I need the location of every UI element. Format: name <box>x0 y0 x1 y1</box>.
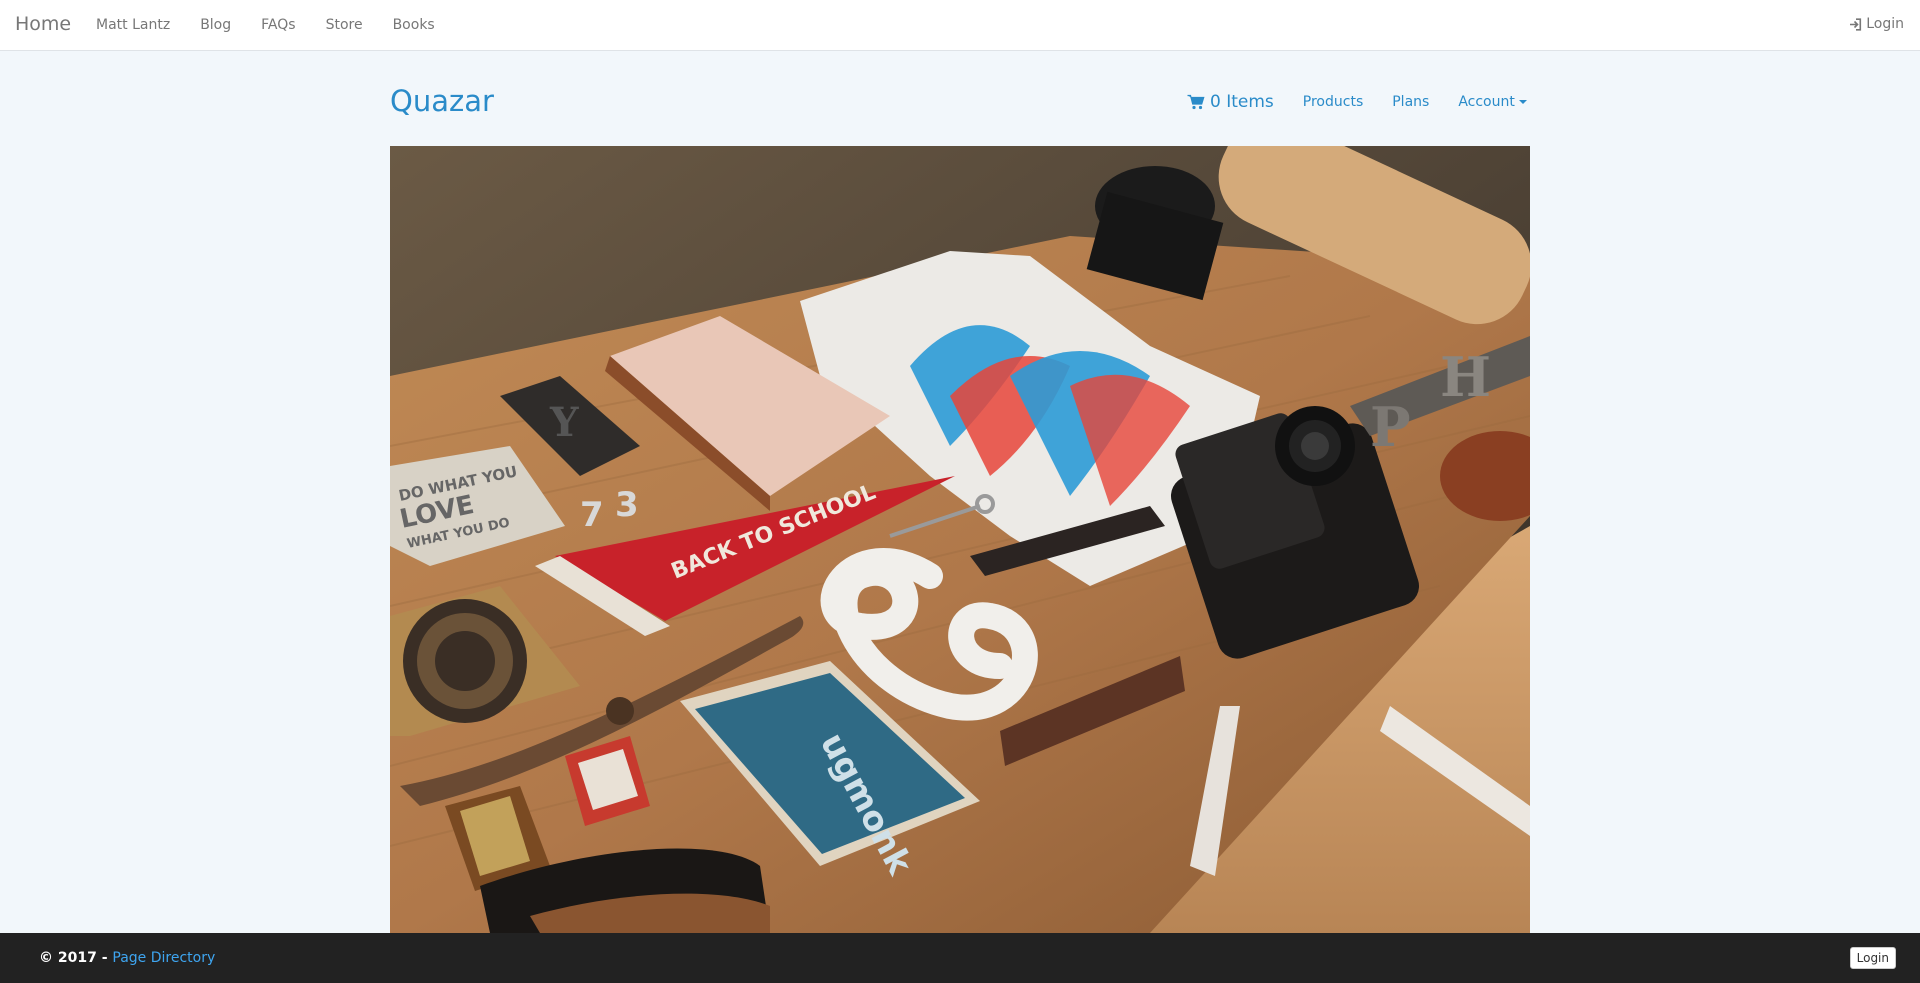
footer-copyright: © 2017 - Page Directory <box>39 950 215 966</box>
top-navbar: Home Matt Lantz Blog FAQs Store Books Lo… <box>0 0 1920 51</box>
cart-link[interactable]: 0 Items <box>1187 92 1274 112</box>
svg-text:H: H <box>1440 345 1491 409</box>
account-label: Account <box>1458 94 1515 110</box>
nav-link-faqs[interactable]: FAQs <box>261 17 295 33</box>
cart-count: 0 Items <box>1210 92 1274 112</box>
svg-text:P: P <box>1370 395 1411 459</box>
top-login-link[interactable]: Login <box>1849 16 1904 32</box>
svg-text:3: 3 <box>615 485 639 525</box>
nav-link-blog[interactable]: Blog <box>200 17 231 33</box>
svg-text:7: 7 <box>580 495 604 535</box>
site-title[interactable]: Quazar <box>390 84 494 118</box>
nav-link-store[interactable]: Store <box>326 17 363 33</box>
products-link[interactable]: Products <box>1303 94 1363 110</box>
top-nav-links: Matt Lantz Blog FAQs Store Books <box>96 17 465 33</box>
account-dropdown[interactable]: Account <box>1458 94 1527 110</box>
top-login-label: Login <box>1866 16 1904 32</box>
svg-text:Y: Y <box>549 399 579 446</box>
plans-link[interactable]: Plans <box>1392 94 1429 110</box>
caret-down-icon <box>1518 100 1527 104</box>
sign-in-icon <box>1850 17 1862 31</box>
nav-link-books[interactable]: Books <box>393 17 435 33</box>
home-link[interactable]: Home <box>15 13 71 35</box>
hero-image: Y DO WHAT YOU LOVE WHAT YOU DO 7 3 BACK … <box>390 146 1530 933</box>
shopping-cart-icon <box>1187 94 1205 110</box>
nav-link-matt-lantz[interactable]: Matt Lantz <box>96 17 170 33</box>
copyright-text: © 2017 - <box>39 950 113 966</box>
page-directory-link[interactable]: Page Directory <box>112 950 215 966</box>
footer-login-button[interactable]: Login <box>1849 947 1896 969</box>
footer: © 2017 - Page Directory Login <box>0 933 1920 983</box>
store-nav: 0 Items Products Plans Account <box>1187 92 1527 112</box>
hero-photo: Y DO WHAT YOU LOVE WHAT YOU DO 7 3 BACK … <box>390 146 1530 933</box>
